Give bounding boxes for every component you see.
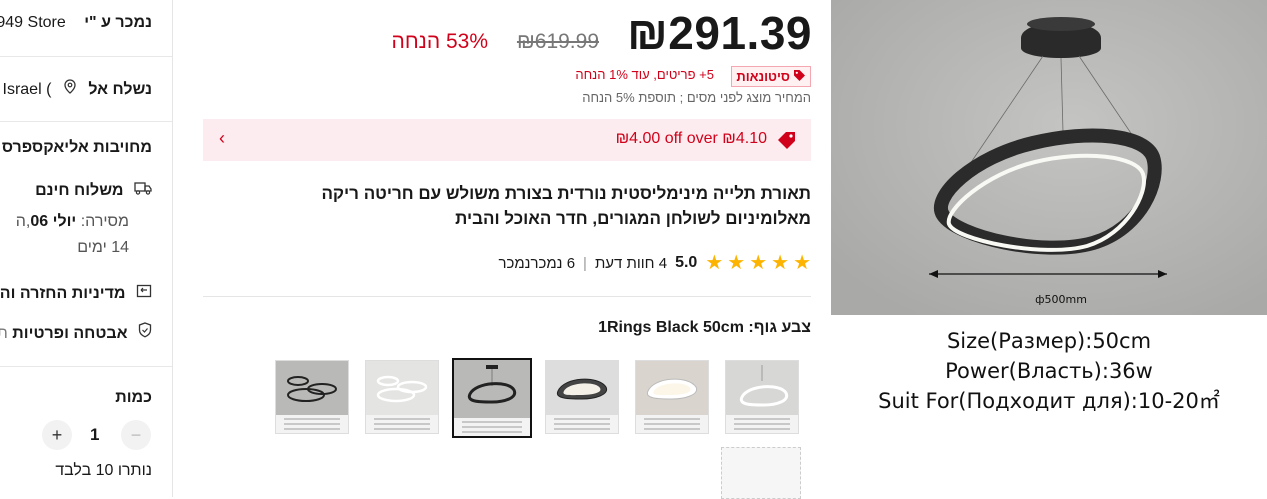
coupon-bar[interactable]: ₪4.00 off over ₪4.10 ‹: [203, 119, 811, 161]
variant-thumbnail[interactable]: [635, 360, 709, 434]
rating-separator: |: [583, 254, 587, 272]
delivery-label: מסירה:: [80, 213, 129, 230]
divider: [203, 296, 811, 297]
return-policy-row[interactable]: מדיניות החזרה וה: [0, 284, 152, 303]
rating-stars: ★ ★ ★ ★ ★: [705, 253, 811, 273]
chevron-left-icon[interactable]: ‹: [219, 128, 225, 149]
wholesale-text: 5+ פריטים, עוד 1% הנחה: [575, 67, 714, 82]
stock-left: נותרו 10 בלבד: [55, 462, 152, 479]
thumbnail-caption: [276, 415, 348, 433]
store-name[interactable]: 949 Store: [0, 14, 66, 31]
delivery-days: 14 ימים: [77, 239, 129, 256]
thumbnail-caption: [546, 415, 618, 433]
variant-thumbnail[interactable]: [545, 360, 619, 434]
thumbnail-caption: [454, 418, 530, 436]
wholesale-badge[interactable]: סיטונאות: [731, 66, 811, 87]
coupon-text: ₪4.00 off over ₪4.10: [615, 130, 767, 147]
security-row[interactable]: אבטחה ופרטיות ת: [0, 322, 152, 343]
star-icon: ★: [749, 252, 768, 274]
free-shipping-row: משלוח חינם: [35, 181, 152, 200]
spec-lines: Size(Размер):50cm Power(Власть):36w Suit…: [831, 326, 1267, 416]
spec-suit-for: Suit For(Подходит для):10-20㎡: [878, 389, 1220, 413]
product-title: תאורת תלייה מינימליסטית נורדית בצורת משו…: [321, 184, 811, 228]
sold-by-row[interactable]: נמכר ע "י 949 Store: [0, 14, 152, 32]
star-icon: ★: [793, 252, 811, 274]
discount-percent: 53% הנחה: [391, 30, 488, 53]
aliexpress-commitment: מחויבות אליאקספרס: [1, 139, 152, 156]
spec-size: Size(Размер):50cm: [946, 329, 1152, 353]
spec-power: Power(Власть):36w: [945, 359, 1153, 383]
color-label: צבע גוף: 1Rings Black 50cm: [598, 319, 811, 336]
ship-to-label: נשלח אל: [88, 81, 152, 98]
variant-thumbnail[interactable]: [725, 360, 799, 434]
dimension-label: ф500mm: [1035, 293, 1087, 306]
wholesale-badge-label: סיטונאות: [736, 69, 790, 84]
variant-thumbnail-selected[interactable]: [452, 358, 532, 438]
security-tail: ת: [0, 325, 8, 342]
quantity-decrease-button[interactable]: −: [121, 420, 151, 450]
tax-note: המחיר מוצג לפני מסים ; תוספת 5% הנחה: [582, 90, 811, 105]
divider: [0, 366, 172, 367]
ship-to-value[interactable]: Israel (: [3, 81, 52, 98]
security-label: אבטחה ופרטיות: [12, 325, 128, 342]
sold-by-label: נמכר ע "י: [84, 14, 152, 31]
sidebar-border: [172, 0, 173, 497]
quantity-value[interactable]: 1: [90, 425, 99, 445]
truck-icon: [130, 182, 152, 199]
shipping-sidebar: נמכר ע "י 949 Store נשלח אל Israel ( מחו…: [0, 0, 173, 497]
star-icon: ★: [771, 252, 790, 274]
delivery-row: מסירה: יולי 06,ה: [16, 213, 129, 231]
original-price: ₪619.99: [516, 30, 599, 53]
variant-thumbnail[interactable]: [721, 447, 801, 499]
rating-row[interactable]: ★ ★ ★ ★ ★ 5.0 4 חוות דעת | 6 נמכרנמכר: [498, 253, 811, 273]
free-shipping-label: משלוח חינם: [35, 182, 124, 199]
rating-value: 5.0: [675, 254, 698, 271]
star-icon: ★: [705, 252, 724, 274]
divider: [0, 56, 172, 57]
return-box-icon: [132, 284, 152, 302]
thumbnail-caption: [636, 415, 708, 433]
location-pin-icon: [59, 79, 76, 98]
quantity-increase-button[interactable]: +: [42, 420, 72, 450]
delivery-date: יולי 06: [30, 213, 77, 230]
ship-to-row[interactable]: נשלח אל Israel (: [3, 79, 152, 99]
star-icon: ★: [727, 252, 746, 274]
sold-count: 6 נמכרנמכר: [498, 254, 576, 272]
tag-icon: [777, 131, 797, 154]
product-image[interactable]: ф500mm: [831, 0, 1267, 315]
return-policy-label: מדיניות החזרה וה: [0, 285, 126, 302]
variant-thumbnail[interactable]: [365, 360, 439, 434]
delivery-tail: ,ה: [15, 213, 31, 230]
thumbnail-caption: [366, 415, 438, 433]
reviews-count[interactable]: 4 חוות דעת: [595, 255, 667, 272]
quantity-label: כמות: [115, 389, 152, 406]
shield-icon: [134, 322, 152, 342]
thumbnail-caption: [726, 415, 798, 433]
wholesale-tag-icon: [793, 69, 806, 85]
current-price: ₪291.39: [627, 7, 812, 59]
divider: [0, 121, 172, 122]
variant-thumbnail[interactable]: [275, 360, 349, 434]
